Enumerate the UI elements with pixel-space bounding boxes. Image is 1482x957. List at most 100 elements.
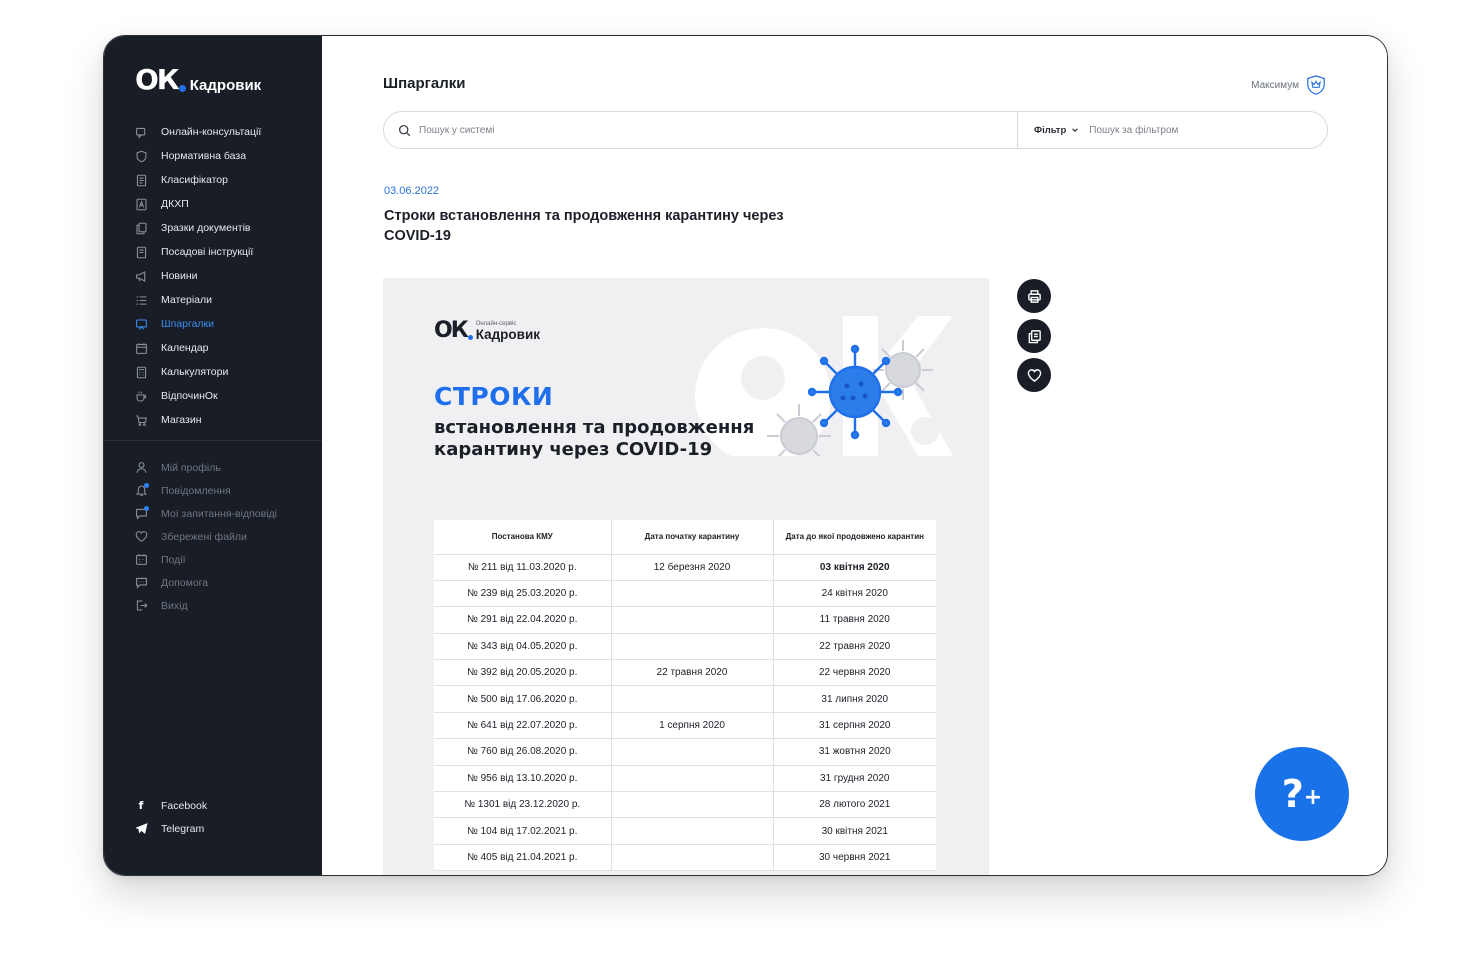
account-item-6[interactable]: Вихід — [134, 594, 314, 617]
sidebar-divider — [104, 440, 322, 441]
nav-item-label: Класифікатор — [161, 174, 228, 186]
crown-shield-icon — [1307, 75, 1325, 95]
shield-icon — [134, 149, 148, 163]
nav-item-8[interactable]: Шпаргалки — [134, 312, 314, 336]
account-item-5[interactable]: Допомога — [134, 571, 314, 594]
sidebar: ОК Кадровик Онлайн-консультації Нормативн… — [104, 36, 322, 875]
ask-question-button[interactable]: ? + — [1255, 747, 1349, 841]
printer-icon — [1027, 289, 1041, 303]
nav-item-label: Календар — [161, 342, 209, 354]
materials-icon — [134, 293, 148, 307]
cell-resolution: № 239 від 25.03.2020 р. — [434, 580, 612, 608]
table-row: № 211 від 11.03.2020 р. 12 березня 2020 03… — [434, 554, 936, 581]
nav-item-11[interactable]: ВідпочинОк — [134, 384, 314, 408]
cell-end-date: 22 травня 2020 — [773, 633, 936, 661]
cell-end-date: 31 липня 2020 — [773, 685, 936, 713]
copy-button[interactable] — [1017, 319, 1051, 353]
instruction-icon — [134, 245, 148, 259]
table-row: № 500 від 17.06.2020 р. 31 липня 2020 — [434, 685, 936, 713]
filter-label: Фільтр — [1034, 124, 1067, 136]
nav-item-label: Посадові інструкції — [161, 246, 254, 258]
nav-item-6[interactable]: Новини — [134, 264, 314, 288]
nav-item-7[interactable]: Матеріали — [134, 288, 314, 312]
plus-icon: + — [1303, 785, 1323, 810]
account-nav: Мій профіль Повідомлення Мої запитання-від… — [134, 456, 314, 617]
telegram-icon — [134, 822, 148, 836]
table-header-resolution: Постанова КМУ — [434, 520, 612, 555]
main-content: Шпаргалки Максимум Фільтр 03.06.2022 Стр… — [322, 36, 1387, 875]
app-window: ОК Кадровик Онлайн-консультації Нормативн… — [103, 35, 1388, 876]
consult-icon — [134, 125, 148, 139]
nav-item-1[interactable]: Нормативна база — [134, 144, 314, 168]
cell-resolution: № 500 від 17.06.2020 р. — [434, 685, 612, 713]
nav-item-label: Нормативна база — [161, 150, 247, 162]
account-item-3[interactable]: Збережені файли — [134, 525, 314, 548]
nav-item-4[interactable]: Зразки документів — [134, 216, 314, 240]
brand-logo[interactable]: ОК Кадровик — [135, 66, 261, 94]
article-title: Строки встановлення та продовження каран… — [384, 208, 784, 244]
chat-icon — [134, 505, 149, 521]
cell-start-date — [611, 580, 774, 608]
table-row: № 392 від 20.05.2020 р. 22 травня 2020 22 … — [434, 659, 936, 687]
favorite-button[interactable] — [1017, 358, 1051, 392]
nav-item-5[interactable]: Посадові інструкції — [134, 240, 314, 264]
cell-end-date: 03 квітня 2020 — [773, 554, 936, 581]
filter-dropdown[interactable]: Фільтр — [1034, 125, 1079, 136]
main-nav: Онлайн-консультації Нормативна база Класиф… — [134, 120, 314, 432]
nav-item-2[interactable]: Класифікатор — [134, 168, 314, 192]
account-item-2[interactable]: Мої запитання-відповіді — [134, 502, 314, 525]
cell-start-date: 22 травня 2020 — [611, 659, 774, 687]
cell-resolution: № 956 від 13.10.2020 р. — [434, 765, 612, 793]
filter-search-input[interactable] — [1089, 124, 1290, 136]
cell-start-date — [611, 817, 774, 845]
calendar-icon — [134, 341, 148, 355]
table-row: № 405 від 21.04.2021 р. 30 червня 2021 — [434, 844, 936, 872]
events-icon — [134, 553, 148, 567]
cell-resolution: № 392 від 20.05.2020 р. — [434, 659, 612, 687]
cell-resolution: № 104 від 17.02.2021 р. — [434, 817, 612, 845]
cart-icon — [134, 413, 148, 427]
cell-end-date: 31 жовтня 2020 — [773, 738, 936, 766]
cell-resolution: № 1301 від 23.12.2020 р. — [434, 791, 612, 819]
nav-item-label: Новини — [161, 270, 198, 282]
social-link-1[interactable]: Telegram — [134, 817, 314, 840]
print-button[interactable] — [1017, 279, 1051, 313]
social-link-0[interactable]: f Facebook — [134, 794, 314, 817]
calculator-icon — [134, 365, 148, 379]
search-icon — [398, 124, 411, 136]
nav-item-9[interactable]: Календар — [134, 336, 314, 360]
logo-text: Кадровик — [189, 77, 262, 94]
nav-item-label: ДКХП — [161, 198, 189, 210]
document-logo-mark: ОК — [434, 318, 469, 343]
search-bar: Фільтр — [383, 111, 1328, 149]
social-links: f Facebook Telegram — [134, 794, 314, 840]
social-link-label: Facebook — [161, 799, 208, 812]
cell-end-date: 22 червня 2020 — [773, 659, 936, 687]
nav-item-label: ВідпочинОк — [161, 390, 218, 402]
table-row: № 1301 від 23.12.2020 р. 28 лютого 2021 — [434, 791, 936, 819]
copy-icon — [1028, 329, 1041, 343]
nav-item-label: Матеріали — [161, 294, 213, 306]
account-item-4[interactable]: Події — [134, 548, 314, 571]
table-row: № 641 від 22.07.2020 р. 1 серпня 2020 31 с… — [434, 712, 936, 740]
account-item-1[interactable]: Повідомлення — [134, 479, 314, 502]
nav-item-10[interactable]: Калькулятори — [134, 360, 314, 384]
nav-item-3[interactable]: ДКХП — [134, 192, 314, 216]
table-body: № 211 від 11.03.2020 р. 12 березня 2020 03… — [434, 554, 936, 872]
logo-dot — [178, 85, 186, 92]
chevron-down-icon — [1072, 128, 1079, 133]
search-field — [384, 112, 1018, 148]
nav-item-12[interactable]: Магазин — [134, 408, 314, 432]
cell-resolution: № 343 від 04.05.2020 р. — [434, 633, 612, 661]
cell-start-date — [611, 791, 774, 819]
document-logo-dot — [467, 335, 473, 340]
search-input[interactable] — [419, 124, 979, 136]
nav-item-0[interactable]: Онлайн-консультації — [134, 120, 314, 144]
plan-badge[interactable]: Максимум — [1251, 74, 1327, 96]
account-item-0[interactable]: Мій профіль — [134, 456, 314, 479]
account-item-label: Допомога — [161, 576, 209, 589]
cell-end-date: 30 червня 2021 — [773, 844, 936, 872]
nav-item-label: Онлайн-консультації — [161, 126, 262, 138]
table-header-start-date: Дата початку карантину — [611, 520, 774, 555]
cell-start-date — [611, 844, 774, 872]
